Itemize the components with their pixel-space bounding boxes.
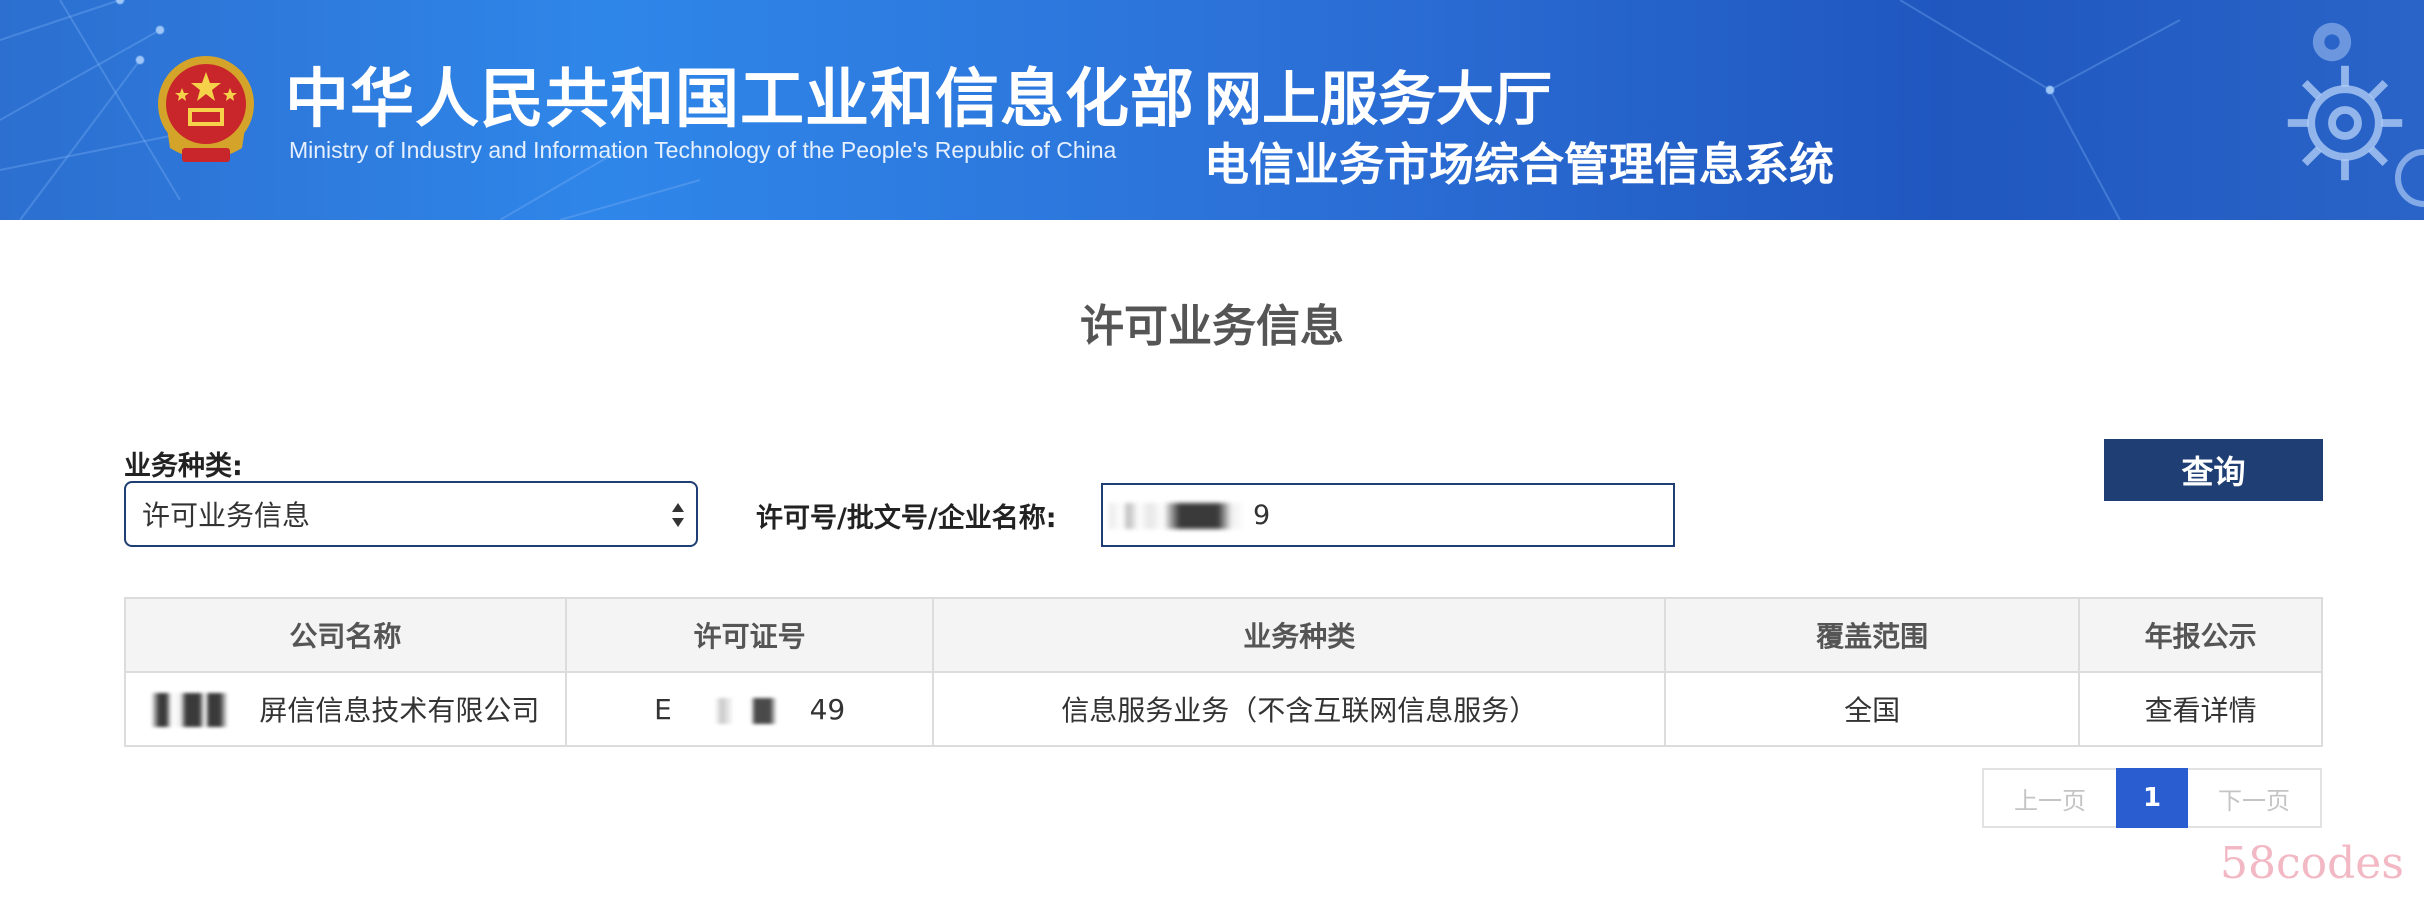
gear-icon	[2312, 22, 2352, 62]
select-updown-arrows-icon	[672, 503, 684, 527]
business-category-selected-value: 许可业务信息	[142, 499, 311, 532]
column-header-company: 公司名称	[124, 597, 567, 673]
header-banner: 中华人民共和国工业和信息化部 Ministry of Industry and …	[0, 0, 2424, 220]
business-category-cell: 信息服务业务（不含互联网信息服务）	[932, 671, 1666, 747]
system-title: 电信业务市场综合管理信息系统	[1204, 138, 1835, 191]
table-header-row: 公司名称 许可证号 业务种类 覆盖范围 年报公示	[124, 597, 2323, 673]
watermark: 58codes	[2220, 838, 2404, 889]
page-title: 许可业务信息	[1080, 301, 1344, 352]
results-table: 公司名称 许可证号 业务种类 覆盖范围 年报公示 屏信信息技术有限公司 E 49	[124, 597, 2323, 747]
license-search-input[interactable]: 9	[1101, 483, 1675, 547]
table-row: 屏信信息技术有限公司 E 49 信息服务业务（不含互联网信息服务） 全国 查看详…	[124, 671, 2323, 747]
query-button[interactable]: 查询	[2104, 439, 2323, 501]
redacted-text-block	[1109, 503, 1245, 529]
license-number-cell: E 49	[564, 671, 935, 747]
coverage-cell: 全国	[1663, 671, 2081, 747]
company-name-visible: 屏信信息技术有限公司	[259, 694, 540, 727]
ministry-name-en: Ministry of Industry and Information Tec…	[289, 137, 1117, 163]
business-category-label: 业务种类:	[124, 451, 243, 482]
column-header-category: 业务种类	[932, 597, 1666, 673]
license-number-prefix: E	[654, 692, 672, 726]
business-category-select[interactable]: 许可业务信息	[124, 481, 698, 547]
pagination: 上一页 1 下一页	[1982, 768, 2322, 828]
view-details-link[interactable]: 查看详情	[2078, 671, 2323, 747]
column-header-coverage: 覆盖范围	[1663, 597, 2081, 673]
next-page-button[interactable]: 下一页	[2188, 768, 2322, 828]
redacted-text-block	[151, 693, 256, 727]
national-emblem-icon	[158, 56, 254, 162]
prev-page-button[interactable]: 上一页	[1982, 768, 2116, 828]
company-name-cell: 屏信信息技术有限公司	[124, 671, 567, 747]
page-1-button[interactable]: 1	[2116, 768, 2188, 828]
column-header-license: 许可证号	[564, 597, 935, 673]
redacted-text-block	[680, 697, 801, 724]
license-search-label: 许可号/批文号/企业名称:	[756, 503, 1057, 534]
online-service-hall-title: 网上服务大厅	[1204, 65, 1553, 133]
license-number-suffix: 49	[809, 692, 846, 726]
column-header-annual-report: 年报公示	[2078, 597, 2323, 673]
license-search-value: 9	[1253, 499, 1271, 531]
gear-icon	[2395, 149, 2424, 207]
ministry-name-cn: 中华人民共和国工业和信息化部	[285, 63, 1195, 137]
